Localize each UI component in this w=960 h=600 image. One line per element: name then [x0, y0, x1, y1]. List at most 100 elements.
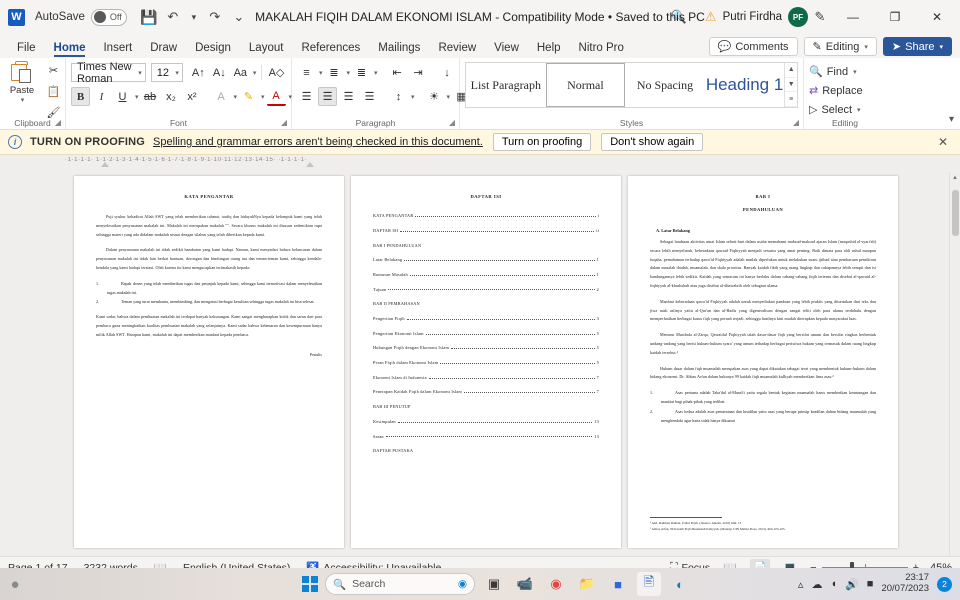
document-page-3[interactable]: BAB I PENDAHULUAN A. Latar Belakang Seba… [628, 176, 898, 548]
tab-insert[interactable]: Insert [94, 39, 141, 58]
ink-pen-icon[interactable]: ✎ [808, 5, 832, 29]
change-case-icon[interactable]: Aa [231, 63, 250, 82]
toc-entry[interactable]: Ekonomi Islam di Indonesia 7 [373, 375, 599, 380]
numbering-icon[interactable]: ≣ [325, 63, 344, 82]
turn-on-proofing-button[interactable]: Turn on proofing [492, 133, 592, 151]
shading-icon[interactable]: ☀ [425, 87, 444, 106]
warning-icon[interactable]: ⚠ [705, 9, 717, 25]
avatar[interactable]: PF [788, 7, 808, 27]
italic-button[interactable]: I [92, 87, 111, 106]
autosave-toggle[interactable]: Off [90, 8, 127, 26]
maximize-button[interactable]: ❐ [874, 0, 916, 34]
taskbar-clock[interactable]: 23:17 20/07/2023 [881, 572, 929, 595]
save-icon[interactable]: 💾 [137, 5, 161, 29]
tab-file[interactable]: File [8, 39, 45, 58]
text-highlight-icon[interactable]: ✎ [239, 87, 258, 106]
tab-help[interactable]: Help [528, 39, 570, 58]
text-effects-icon[interactable]: A [212, 87, 231, 106]
align-center-icon[interactable]: ☰ [318, 87, 337, 106]
nitro-icon[interactable]: ■ [606, 572, 630, 596]
sort-icon[interactable]: ↓ [438, 63, 457, 82]
style-normal[interactable]: Normal [545, 63, 626, 107]
comments-button[interactable]: 💬 Comments [708, 37, 798, 56]
align-right-icon[interactable]: ☰ [339, 87, 358, 106]
toc-entry[interactable]: Latar Belakang 1 [373, 257, 599, 262]
find-button[interactable]: 🔍 Find ▾ [809, 62, 881, 81]
grow-font-icon[interactable]: A↑ [189, 63, 208, 82]
show-hidden-icons-icon[interactable]: ▵ [798, 578, 804, 591]
clipboard-dialog-launcher-icon[interactable]: ◢ [55, 118, 61, 127]
volume-icon[interactable]: 🔊 [845, 578, 859, 591]
select-button[interactable]: ▷ Select ▾ [809, 100, 881, 119]
chevron-down-icon[interactable]: ▾ [135, 93, 139, 101]
styles-scroll-down-icon[interactable]: ▼ [785, 78, 798, 93]
close-icon[interactable]: ✕ [934, 135, 952, 149]
start-button[interactable] [302, 576, 318, 592]
chevron-down-icon[interactable]: ▾ [253, 69, 257, 77]
word-icon[interactable]: 🖹 [637, 572, 661, 596]
chevron-down-icon[interactable]: ▾ [347, 69, 351, 77]
font-name-combo[interactable]: Times New Roman ▾ [71, 61, 146, 85]
underline-button[interactable]: U [113, 87, 132, 106]
notification-badge[interactable]: 2 [937, 576, 952, 592]
strikethrough-button[interactable]: ab [141, 87, 160, 106]
minimize-button[interactable]: — [832, 0, 874, 34]
bold-button[interactable]: B [71, 87, 90, 106]
customize-quick-access-icon[interactable]: ⌄ [227, 5, 251, 29]
toc-heading[interactable]: BAB II PEMBAHASAN [373, 301, 599, 306]
font-color-icon[interactable]: A [266, 87, 286, 106]
tab-draw[interactable]: Draw [141, 39, 186, 58]
vertical-scrollbar[interactable]: ▲ [949, 172, 960, 556]
undo-icon[interactable]: ↶ [161, 5, 185, 29]
toc-entry[interactable]: Rumusan Masalah 1 [373, 272, 599, 277]
toc-entry[interactable]: Saran 13 [373, 433, 599, 439]
file-explorer-icon[interactable]: 📁 [575, 572, 599, 596]
document-canvas[interactable]: KATA PENGANTAR Puji syukur kehadirat All… [0, 172, 960, 556]
subscript-button[interactable]: x₂ [162, 87, 181, 106]
multilevel-list-icon[interactable]: ≣ [352, 63, 371, 82]
font-dialog-launcher-icon[interactable]: ◢ [281, 118, 287, 127]
teams-icon[interactable]: 📹 [513, 572, 537, 596]
toc-entry[interactable]: Peran Fiqih dalam Ekonomi Islam 5 [373, 360, 599, 365]
left-indent-marker[interactable] [101, 162, 109, 167]
onedrive-icon[interactable]: ☁ [811, 578, 822, 591]
tab-view[interactable]: View [485, 39, 528, 58]
superscript-button[interactable]: x² [183, 87, 202, 106]
toc-entry[interactable]: Tujuan 2 [373, 286, 599, 292]
toc-entry[interactable]: Hubungan Fiqih dengan Ekonomi Islam 5 [373, 345, 599, 350]
close-button[interactable]: ✕ [916, 0, 958, 34]
tab-layout[interactable]: Layout [240, 39, 293, 58]
tab-mailings[interactable]: Mailings [369, 39, 429, 58]
toc-entry[interactable]: Pengertian Fiqih 3 [373, 316, 599, 321]
style-list-paragraph[interactable]: List Paragraph [466, 63, 546, 107]
chevron-down-icon[interactable]: ▾ [21, 96, 25, 104]
copy-icon[interactable]: 📋 [44, 82, 63, 101]
tab-home[interactable]: Home [45, 39, 95, 58]
desktop-widget-icon[interactable]: ● [0, 576, 30, 593]
paste-button[interactable]: Paste ▾ [2, 61, 42, 104]
bullets-icon[interactable]: ≡ [297, 63, 316, 82]
cut-icon[interactable]: ✂ [44, 61, 63, 80]
chevron-down-icon[interactable]: ▾ [447, 93, 451, 101]
scroll-up-icon[interactable]: ▲ [950, 172, 960, 183]
toc-entry[interactable]: Kesimpulan 13 [373, 419, 599, 424]
styles-dialog-launcher-icon[interactable]: ◢ [793, 118, 799, 127]
editing-mode-button[interactable]: ✎ Editing ▾ [803, 37, 877, 56]
tab-references[interactable]: References [292, 39, 369, 58]
wifi-icon[interactable]: ◖ [830, 578, 837, 590]
taskbar-search[interactable]: 🔍 Search ◉ [325, 573, 475, 595]
shrink-font-icon[interactable]: A↓ [210, 63, 229, 82]
document-page-2[interactable]: DAFTAR ISI KATA PENGANTAR i DAFTAR ISI ii BA… [351, 176, 621, 548]
line-spacing-icon[interactable]: ↕ [389, 87, 408, 106]
increase-indent-icon[interactable]: ⇥ [409, 63, 428, 82]
redo-icon[interactable]: ↷ [203, 5, 227, 29]
chrome-icon[interactable]: ◉ [544, 572, 568, 596]
collapse-ribbon-icon[interactable]: ▾ [949, 114, 954, 125]
toc-entry[interactable]: KATA PENGANTAR i [373, 213, 599, 218]
replace-button[interactable]: ⇄ Replace [809, 81, 881, 100]
toc-heading[interactable]: BAB I PENDAHULUAN [373, 242, 599, 248]
bing-chat-icon[interactable]: ◉ [458, 578, 467, 590]
toc-entry[interactable]: Penerapan Kaidah Fiqih dalam Ekonomi Isl… [373, 389, 599, 394]
battery-icon[interactable]: ■ [867, 578, 874, 590]
toc-entry[interactable]: DAFTAR ISI ii [373, 228, 599, 233]
